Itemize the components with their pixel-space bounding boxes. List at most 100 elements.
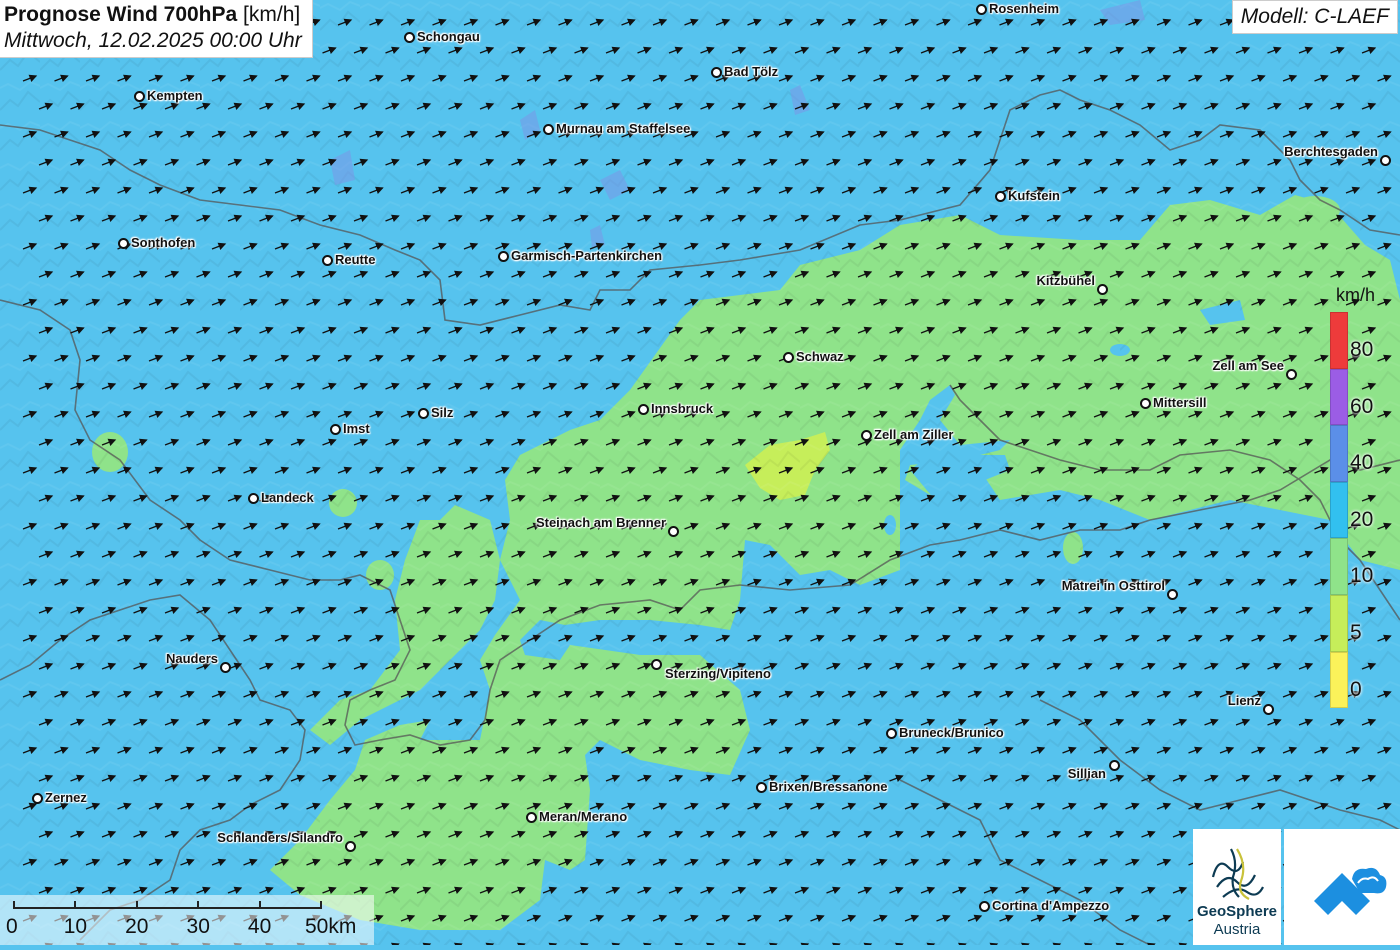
legend-label: 0 xyxy=(1350,677,1362,701)
city-label: Kufstein xyxy=(1008,188,1060,203)
city-marker xyxy=(711,67,722,78)
city-marker xyxy=(134,91,145,102)
city-label: Zell am Ziller xyxy=(874,427,954,442)
legend-label: 5 xyxy=(1350,621,1362,644)
city-marker xyxy=(756,782,767,793)
city-label: Reutte xyxy=(335,252,376,267)
map-title-unit: [km/h] xyxy=(243,3,301,26)
city-label: Landeck xyxy=(261,490,314,505)
city-marker xyxy=(1380,155,1391,166)
city-marker xyxy=(783,352,794,363)
city-label: Bad Tölz xyxy=(724,64,779,79)
city-label: Cortina d'Ampezzo xyxy=(992,898,1110,913)
city-label: Sillian xyxy=(1067,766,1106,781)
scale-label: 30 xyxy=(186,915,210,938)
city-label: Kitzbühel xyxy=(1036,273,1096,288)
model-label: Modell: C-LAEF xyxy=(1231,0,1398,34)
scale-tick xyxy=(320,901,322,909)
city-label: Brixen/Bressanone xyxy=(769,779,888,794)
legend-label: 80 xyxy=(1350,338,1374,361)
city-label: Meran/Merano xyxy=(539,809,628,824)
legend-label: 40 xyxy=(1350,451,1374,475)
city-label: Zernez xyxy=(45,790,87,805)
city-marker xyxy=(979,901,990,912)
city-marker xyxy=(322,255,333,266)
city-marker xyxy=(330,424,341,435)
scale-tick xyxy=(135,901,138,909)
logo-line2: Austria xyxy=(1213,921,1261,938)
city-label: Murnau am Staffelsee xyxy=(556,121,691,136)
map-subtitle: Mittwoch, 12.02.2025 00:00 Uhr xyxy=(4,29,302,52)
legend-unit: km/h xyxy=(1336,285,1376,305)
app-logo xyxy=(1284,829,1400,945)
legend-color-segment xyxy=(1330,594,1348,652)
city-label: Sterzing/Vipiteno xyxy=(665,666,771,681)
legend-label: 60 xyxy=(1350,394,1374,418)
weather-app-icon xyxy=(1314,867,1387,915)
city-label: Imst xyxy=(343,421,370,436)
scale-label: 20 xyxy=(125,915,149,938)
scale-tick xyxy=(197,901,200,909)
city-label: Kempten xyxy=(147,88,203,103)
title-box: Prognose Wind 700hPa [km/h] Mittwoch, 12… xyxy=(0,0,313,58)
city-label: Silz xyxy=(431,405,454,420)
city-marker xyxy=(886,728,897,739)
city-marker xyxy=(418,408,429,419)
city-label: Lienz xyxy=(1227,693,1261,708)
city-label: Berchtesgaden xyxy=(1284,144,1378,159)
city-marker xyxy=(995,191,1006,202)
city-marker xyxy=(1097,284,1108,295)
scale-bar: 0 10 20 30 40 50km xyxy=(0,895,374,945)
geosphere-logo: GeoSphere Austria xyxy=(1193,829,1281,945)
scale-tick xyxy=(74,901,77,909)
scale-label: 0 xyxy=(6,915,18,938)
legend-label: 20 xyxy=(1350,507,1374,531)
city-label: Bruneck/Brunico xyxy=(899,725,1004,740)
city-marker xyxy=(345,841,356,852)
legend-label: 10 xyxy=(1350,564,1374,588)
city-label: Steinach am Brenner xyxy=(535,515,666,530)
city-marker xyxy=(526,812,537,823)
legend-color-segment xyxy=(1330,538,1348,595)
city-marker xyxy=(220,662,231,673)
city-marker xyxy=(118,238,129,249)
city-label: Rosenheim xyxy=(989,1,1060,16)
city-marker xyxy=(1263,704,1274,715)
scale-label: 10 xyxy=(63,915,88,938)
city-marker xyxy=(32,793,43,804)
city-label: Sonthofen xyxy=(131,235,196,250)
city-marker xyxy=(248,493,259,504)
legend-color-segment xyxy=(1330,651,1348,709)
city-label: Schwaz xyxy=(796,349,844,364)
city-marker xyxy=(651,659,662,670)
logo-line1: GeoSphere xyxy=(1196,903,1278,920)
city-marker xyxy=(543,124,554,135)
city-label: Matrei in Osttirol xyxy=(1061,578,1165,593)
legend-color-segment xyxy=(1330,368,1348,426)
city-marker xyxy=(638,404,649,415)
city-marker xyxy=(1140,398,1151,409)
geosphere-logo-icon xyxy=(1211,848,1264,900)
city-label: Nauders xyxy=(165,651,218,666)
city-label: Schongau xyxy=(417,29,480,44)
legend-color-bar xyxy=(1330,312,1348,709)
map-title-main: Prognose Wind 700hPa xyxy=(4,3,238,26)
city-marker xyxy=(668,526,679,537)
city-marker xyxy=(1167,589,1178,600)
city-label: Schlanders/Silandro xyxy=(217,830,343,845)
city-marker xyxy=(498,251,509,262)
city-marker xyxy=(404,32,415,43)
legend-color-segment xyxy=(1330,481,1348,539)
scale-label: 40 xyxy=(247,915,272,938)
city-marker xyxy=(861,430,872,441)
city-label: Garmisch-Partenkirchen xyxy=(511,248,663,263)
scale-line xyxy=(14,907,322,909)
scale-tick xyxy=(13,901,15,909)
scale-tick xyxy=(258,901,261,909)
city-marker xyxy=(1286,369,1297,380)
city-label: Zell am See xyxy=(1212,358,1284,373)
scale-label: 50km xyxy=(305,915,357,938)
legend-color-segment xyxy=(1330,425,1348,482)
map-title: Prognose Wind 700hPa [km/h] xyxy=(4,3,302,27)
city-label: Innsbruck xyxy=(651,401,714,416)
